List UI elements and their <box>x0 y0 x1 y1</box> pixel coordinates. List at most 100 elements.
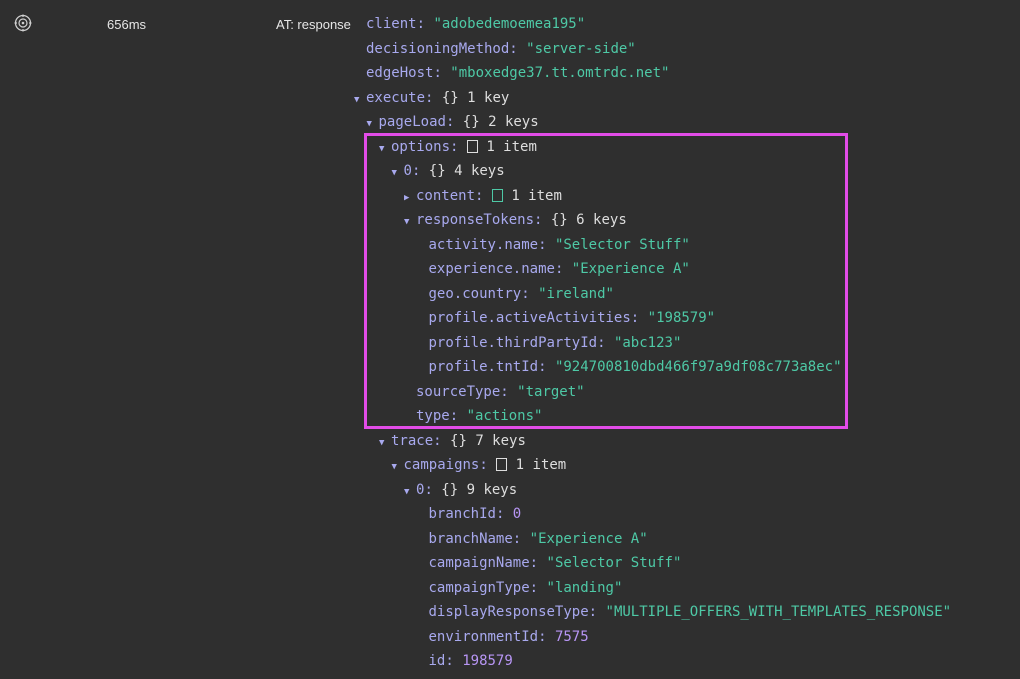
tree-value: "actions" <box>466 408 543 424</box>
tree-count: 6 keys <box>576 212 627 228</box>
tree-value: 0 <box>512 506 522 522</box>
array-type-icon <box>496 458 508 471</box>
collapse-arrow-icon[interactable]: ▼ <box>392 455 404 479</box>
object-type-icon: {} <box>450 432 476 449</box>
tree-value: "Selector Stuff" <box>546 555 682 571</box>
tree-value: "MULTIPLE_OFFERS_WITH_TEMPLATES_RESPONSE… <box>605 604 952 620</box>
collapse-arrow-icon[interactable]: ▼ <box>354 88 366 112</box>
tree-key: trace <box>391 432 434 449</box>
tree-key: type <box>416 408 450 424</box>
tree-count: 1 item <box>515 457 567 473</box>
tree-value: 7575 <box>554 628 589 645</box>
tree-node-profile-tntid: profile.tntId: "924700810dbd466f97a9df08… <box>428 359 842 375</box>
tree-count: 2 keys <box>488 114 539 130</box>
tree-node-responsetokens[interactable]: ▼ responseTokens: {} 6 keys <box>404 208 627 232</box>
tree-node-profile-thirdpartyid: profile.thirdPartyId: "abc123" <box>428 334 682 351</box>
response-timing: 656ms <box>107 17 147 32</box>
tree-key: campaignName <box>428 555 530 571</box>
tree-node-branchid: branchId: 0 <box>428 506 522 522</box>
object-type-icon: {} <box>428 163 455 179</box>
tree-value: "Selector Stuff" <box>554 236 690 253</box>
tree-node-campaigns[interactable]: ▼ campaigns: 1 item <box>392 453 567 477</box>
expand-arrow-icon[interactable]: ▶ <box>404 186 416 210</box>
tree-key: campaigns <box>403 457 480 473</box>
tree-value: "Experience A" <box>571 261 690 277</box>
tree-key: pageLoad <box>378 114 446 130</box>
tree-value: "abc123" <box>613 334 682 351</box>
tree-node-branchname: branchName: "Experience A" <box>428 530 648 547</box>
tree-key: sourceType <box>416 383 501 400</box>
tree-value: "server-side" <box>526 40 636 57</box>
tree-key: displayResponseType <box>428 604 589 620</box>
tree-node-content[interactable]: ▶ content: 1 item <box>404 184 562 208</box>
tree-key: profile.thirdPartyId <box>428 334 598 351</box>
tree-node-0[interactable]: ▼ 0: {} 4 keys <box>392 159 505 183</box>
tree-value: "924700810dbd466f97a9df08c773a8ec" <box>554 359 842 375</box>
tree-node-environmentid: environmentId: 7575 <box>428 628 589 645</box>
tree-node-profile-activeactivities: profile.activeActivities: "198579" <box>428 310 716 326</box>
tree-key: campaignType <box>428 579 530 596</box>
tree-count: 1 item <box>511 187 562 204</box>
object-type-icon: {} <box>462 114 489 130</box>
tree-value: "Experience A" <box>529 530 648 547</box>
tree-key: options <box>391 138 451 155</box>
tree-key: content <box>416 187 476 204</box>
array-type-icon <box>491 188 503 202</box>
tree-key: experience.name <box>428 261 555 277</box>
tree-key: execute <box>366 89 426 106</box>
response-source-label: AT: response <box>276 17 351 32</box>
target-icon[interactable] <box>14 14 32 32</box>
tree-node-client: client: "adobedemoemea195" <box>366 16 586 32</box>
tree-value: "ireland" <box>538 285 614 302</box>
tree-node-activity-name: activity.name: "Selector Stuff" <box>428 236 690 253</box>
collapse-arrow-icon[interactable]: ▼ <box>379 137 391 161</box>
tree-count: 1 key <box>467 89 510 106</box>
tree-value: 198579 <box>462 653 513 669</box>
tree-key: environmentId <box>428 628 539 645</box>
tree-node-id: id: 198579 <box>428 653 513 669</box>
tree-node-execute[interactable]: ▼ execute: {} 1 key <box>354 86 509 110</box>
tree-key: responseTokens <box>416 212 535 228</box>
tree-count: 1 item <box>486 138 537 155</box>
collapse-arrow-icon[interactable]: ▼ <box>392 161 404 185</box>
tree-node-decisioningmethod: decisioningMethod: "server-side" <box>366 40 636 57</box>
tree-value: "198579" <box>647 310 716 326</box>
tree-node-displayresponsetype: displayResponseType: "MULTIPLE_OFFERS_WI… <box>428 604 952 620</box>
tree-node-edgehost: edgeHost: "mboxedge37.tt.omtrdc.net" <box>366 65 670 81</box>
tree-count: 4 keys <box>454 163 505 179</box>
tree-value: "target" <box>517 383 585 400</box>
tree-node-0[interactable]: ▼ 0: {} 9 keys <box>404 478 517 502</box>
tree-key: branchId <box>428 506 496 522</box>
tree-key: activity.name <box>428 236 539 253</box>
tree-node-type: type: "actions" <box>416 408 543 424</box>
tree-key: client <box>366 16 417 32</box>
tree-key: branchName <box>428 530 513 547</box>
tree-key: geo.country <box>428 285 522 302</box>
tree-key: id <box>428 653 446 669</box>
tree-node-campaignname: campaignName: "Selector Stuff" <box>428 555 682 571</box>
collapse-arrow-icon[interactable]: ▼ <box>367 112 379 136</box>
tree-node-campaigntype: campaignType: "landing" <box>428 579 623 596</box>
collapse-arrow-icon[interactable]: ▼ <box>379 431 391 455</box>
tree-key: 0 <box>403 163 412 179</box>
tree-count: 9 keys <box>466 481 518 498</box>
tree-count: 7 keys <box>475 432 526 449</box>
tree-key: edgeHost <box>366 65 434 81</box>
tree-node-geo-country: geo.country: "ireland" <box>428 285 614 302</box>
tree-node-trace[interactable]: ▼ trace: {} 7 keys <box>379 429 526 453</box>
tree-value: "landing" <box>546 579 623 596</box>
tree-node-pageload[interactable]: ▼ pageLoad: {} 2 keys <box>367 110 539 134</box>
tree-key: profile.tntId <box>428 359 539 375</box>
object-type-icon: {} <box>441 481 467 498</box>
tree-value: "adobedemoemea195" <box>433 16 586 32</box>
collapse-arrow-icon[interactable]: ▼ <box>404 210 416 234</box>
object-type-icon: {} <box>441 89 468 106</box>
tree-node-experience-name: experience.name: "Experience A" <box>428 261 690 277</box>
tree-value: "mboxedge37.tt.omtrdc.net" <box>450 65 670 81</box>
tree-key: decisioningMethod <box>366 40 510 57</box>
tree-key: profile.activeActivities <box>428 310 631 326</box>
tree-node-sourcetype: sourceType: "target" <box>416 383 585 400</box>
array-type-icon <box>466 139 478 153</box>
tree-node-options[interactable]: ▼ options: 1 item <box>379 135 537 159</box>
collapse-arrow-icon[interactable]: ▼ <box>404 480 416 504</box>
